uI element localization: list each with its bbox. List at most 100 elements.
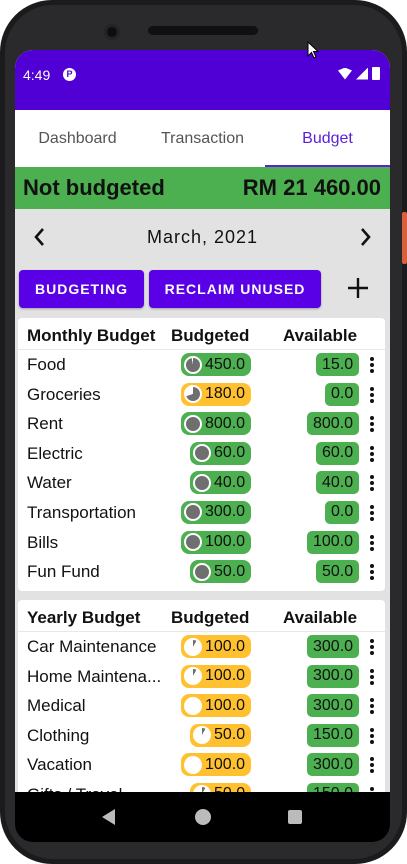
budget-row[interactable]: Fun Fund 50.0 50.0 (18, 557, 385, 587)
back-icon[interactable] (102, 809, 116, 830)
budgeted-amount: 50.0 (214, 726, 246, 744)
budget-row[interactable]: Bills 100.0 100.0 (18, 528, 385, 558)
spent-progress-icon (193, 473, 211, 492)
available-amount[interactable]: 50.0 (316, 560, 360, 584)
not-budgeted-banner: Not budgeted RM 21 460.00 (15, 167, 390, 209)
home-icon[interactable] (195, 809, 211, 825)
tab-budget[interactable]: Budget (265, 110, 390, 167)
budgeted-amount-chip[interactable]: 100.0 (181, 530, 252, 554)
available-amount[interactable]: 300.0 (307, 753, 360, 777)
more-options-icon[interactable] (366, 533, 378, 553)
available-amount[interactable]: 100.0 (307, 530, 360, 554)
budgeted-amount-chip[interactable]: 450.0 (181, 353, 252, 376)
category-name: Transportation (27, 502, 136, 522)
budgeted-amount-chip[interactable]: 100.0 (181, 635, 252, 658)
tab-transaction[interactable]: Transaction (140, 110, 265, 167)
available-amount[interactable]: 0.0 (325, 500, 360, 524)
tab-bar: Dashboard Transaction Budget (15, 110, 390, 167)
category-name: Rent (27, 414, 63, 434)
wifi-icon (338, 67, 352, 80)
budget-row[interactable]: Water 40.0 40.0 (18, 468, 385, 498)
category-name: Medical (27, 696, 86, 716)
available-amount[interactable]: 15.0 (316, 353, 360, 376)
budgeting-button[interactable]: BUDGETING (19, 270, 144, 308)
next-month-icon[interactable] (360, 227, 372, 247)
budget-row[interactable]: Car Maintenance 100.0 300.0 (18, 632, 385, 662)
more-options-icon[interactable] (366, 755, 378, 775)
more-options-icon[interactable] (366, 562, 378, 582)
category-name: Food (27, 355, 66, 374)
tab-dashboard[interactable]: Dashboard (15, 110, 140, 167)
budgeted-amount-chip[interactable]: 100.0 (181, 753, 252, 777)
available-amount[interactable]: 800.0 (307, 412, 360, 436)
budgeted-amount: 450.0 (205, 355, 246, 373)
spent-progress-icon (184, 533, 202, 552)
budgeted-amount-chip[interactable]: 60.0 (190, 441, 252, 465)
category-name: Electric (27, 443, 83, 463)
earpiece-speaker (148, 26, 258, 35)
signal-icon (356, 67, 368, 80)
add-icon[interactable] (347, 277, 369, 299)
spent-progress-icon (193, 444, 211, 463)
available-amount[interactable]: 150.0 (307, 782, 360, 792)
budgeted-amount-chip[interactable]: 50.0 (190, 560, 252, 584)
available-amount[interactable]: 300.0 (307, 635, 360, 658)
available-amount[interactable]: 40.0 (316, 471, 360, 495)
app-notification-icon: P (63, 68, 76, 81)
budgeted-amount-chip[interactable]: 50.0 (190, 723, 252, 747)
budget-row[interactable]: Electric 60.0 60.0 (18, 439, 385, 469)
budgeted-amount: 300.0 (205, 503, 246, 521)
more-options-icon[interactable] (366, 414, 378, 434)
more-options-icon[interactable] (366, 444, 378, 464)
budgeted-amount-chip[interactable]: 800.0 (181, 412, 252, 436)
spent-progress-icon (184, 503, 202, 522)
category-name: Groceries (27, 384, 101, 404)
available-amount[interactable]: 150.0 (307, 723, 360, 747)
month-label: March, 2021 (146, 227, 259, 247)
budgeted-amount: 60.0 (214, 444, 246, 462)
budget-row[interactable]: Medical 100.0 300.0 (18, 691, 385, 721)
budget-row[interactable]: Clothing 50.0 150.0 (18, 721, 385, 751)
more-options-icon[interactable] (366, 696, 378, 716)
budgeted-amount-chip[interactable]: 100.0 (181, 664, 252, 688)
budget-row[interactable]: Transportation 300.0 0.0 (18, 498, 385, 528)
available-column-header: Available (283, 326, 358, 345)
budgeted-amount-chip[interactable]: 180.0 (181, 382, 252, 406)
more-options-icon[interactable] (366, 385, 378, 405)
more-options-icon[interactable] (366, 637, 378, 657)
budgeted-amount-chip[interactable]: 50.0 (190, 782, 252, 792)
more-options-icon[interactable] (366, 473, 378, 493)
recent-apps-icon[interactable] (288, 810, 302, 824)
monthly-budget-title: Monthly Budget (27, 326, 156, 345)
yearly-budget-list: Car Maintenance 100.0 300.0 Home Maintena..… (18, 632, 385, 792)
budget-row[interactable]: Rent 800.0 800.0 (18, 409, 385, 439)
more-options-icon[interactable] (366, 503, 378, 523)
budget-row[interactable]: Groceries 180.0 0.0 (18, 380, 385, 410)
budget-row[interactable]: Gifts / Travel 50.0 150.0 (18, 780, 385, 792)
available-amount[interactable]: 300.0 (307, 664, 360, 688)
budget-row[interactable]: Home Maintena... 100.0 300.0 (18, 662, 385, 692)
more-options-icon[interactable] (366, 785, 378, 792)
status-bar: 4:49 P (15, 50, 390, 110)
category-name: Vacation (27, 755, 92, 775)
budget-row[interactable]: Food 450.0 15.0 (18, 350, 385, 380)
budgeted-amount-chip[interactable]: 100.0 (181, 694, 252, 718)
category-name: Bills (27, 532, 59, 552)
available-amount[interactable]: 60.0 (316, 441, 360, 465)
available-amount[interactable]: 300.0 (307, 694, 360, 718)
more-options-icon[interactable] (366, 355, 378, 375)
budgeted-amount: 800.0 (205, 414, 246, 432)
battery-icon (372, 67, 380, 80)
budgeted-amount-chip[interactable]: 40.0 (190, 471, 252, 495)
budgeted-amount-chip[interactable]: 300.0 (181, 500, 252, 524)
spent-progress-icon (184, 667, 202, 686)
reclaim-unused-button[interactable]: RECLAIM UNUSED (149, 270, 321, 308)
monthly-budget-header: Monthly Budget Budgeted Available (18, 318, 385, 350)
spent-progress-icon (193, 562, 211, 581)
budget-row[interactable]: Vacation 100.0 300.0 (18, 750, 385, 780)
available-amount[interactable]: 0.0 (325, 382, 360, 406)
power-button (402, 212, 407, 264)
status-time: 4:49 (23, 67, 51, 83)
more-options-icon[interactable] (366, 667, 378, 687)
more-options-icon[interactable] (366, 726, 378, 746)
